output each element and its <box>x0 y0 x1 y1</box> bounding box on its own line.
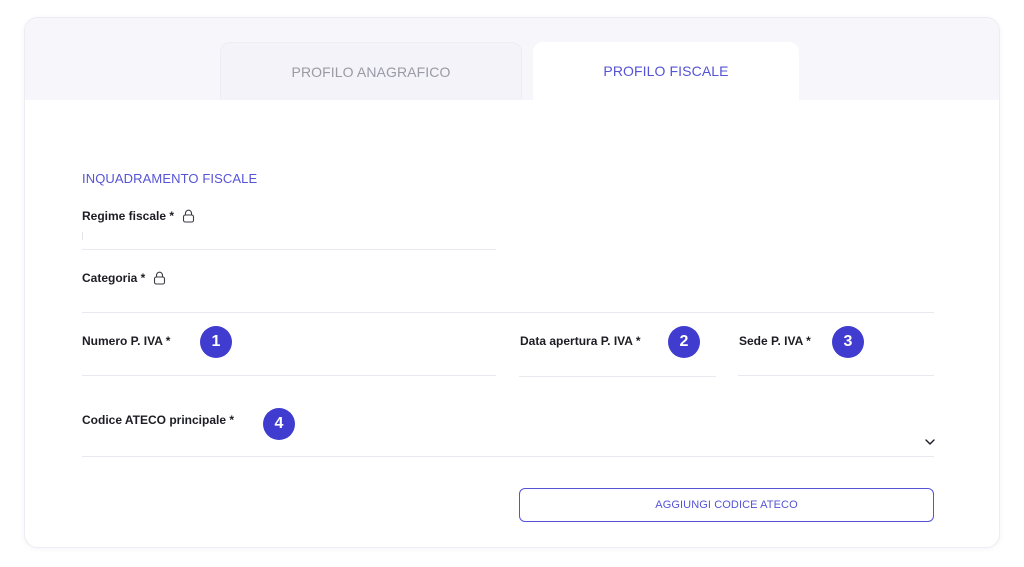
lock-icon <box>182 209 195 223</box>
sede-iva-label: Sede P. IVA * <box>739 334 811 348</box>
categoria-field[interactable] <box>82 312 934 313</box>
step-badge-3: 3 <box>832 326 864 358</box>
numero-iva-label: Numero P. IVA * <box>82 334 171 348</box>
data-apertura-field[interactable] <box>519 376 716 377</box>
tab-bar: PROFILO ANAGRAFICO PROFILO FISCALE <box>25 18 999 100</box>
regime-fiscale-label: Regime fiscale * <box>82 209 195 223</box>
numero-iva-field[interactable] <box>82 375 496 376</box>
tab-profilo-fiscale[interactable]: PROFILO FISCALE <box>533 42 799 100</box>
add-ateco-code-button[interactable]: AGGIUNGI CODICE ATECO <box>519 488 934 522</box>
codice-ateco-label: Codice ATECO principale * <box>82 413 235 427</box>
codice-ateco-select[interactable] <box>82 456 934 457</box>
categoria-label-text: Categoria * <box>82 271 146 285</box>
step-badge-2: 2 <box>668 326 700 358</box>
section-title: INQUADRAMENTO FISCALE <box>82 171 258 186</box>
data-apertura-label: Data apertura P. IVA * <box>520 334 641 348</box>
sede-iva-field[interactable] <box>738 375 934 376</box>
regime-fiscale-label-text: Regime fiscale * <box>82 209 175 223</box>
tab-profilo-anagrafico[interactable]: PROFILO ANAGRAFICO <box>220 42 522 100</box>
categoria-label: Categoria * <box>82 271 166 285</box>
profile-card: PROFILO ANAGRAFICO PROFILO FISCALE <box>24 17 1000 548</box>
step-badge-4: 4 <box>263 408 295 440</box>
chevron-down-icon[interactable] <box>924 437 936 447</box>
lock-icon <box>154 271 166 285</box>
regime-fiscale-cursor <box>82 232 83 240</box>
step-badge-1: 1 <box>200 326 232 358</box>
regime-fiscale-field[interactable] <box>82 249 496 250</box>
